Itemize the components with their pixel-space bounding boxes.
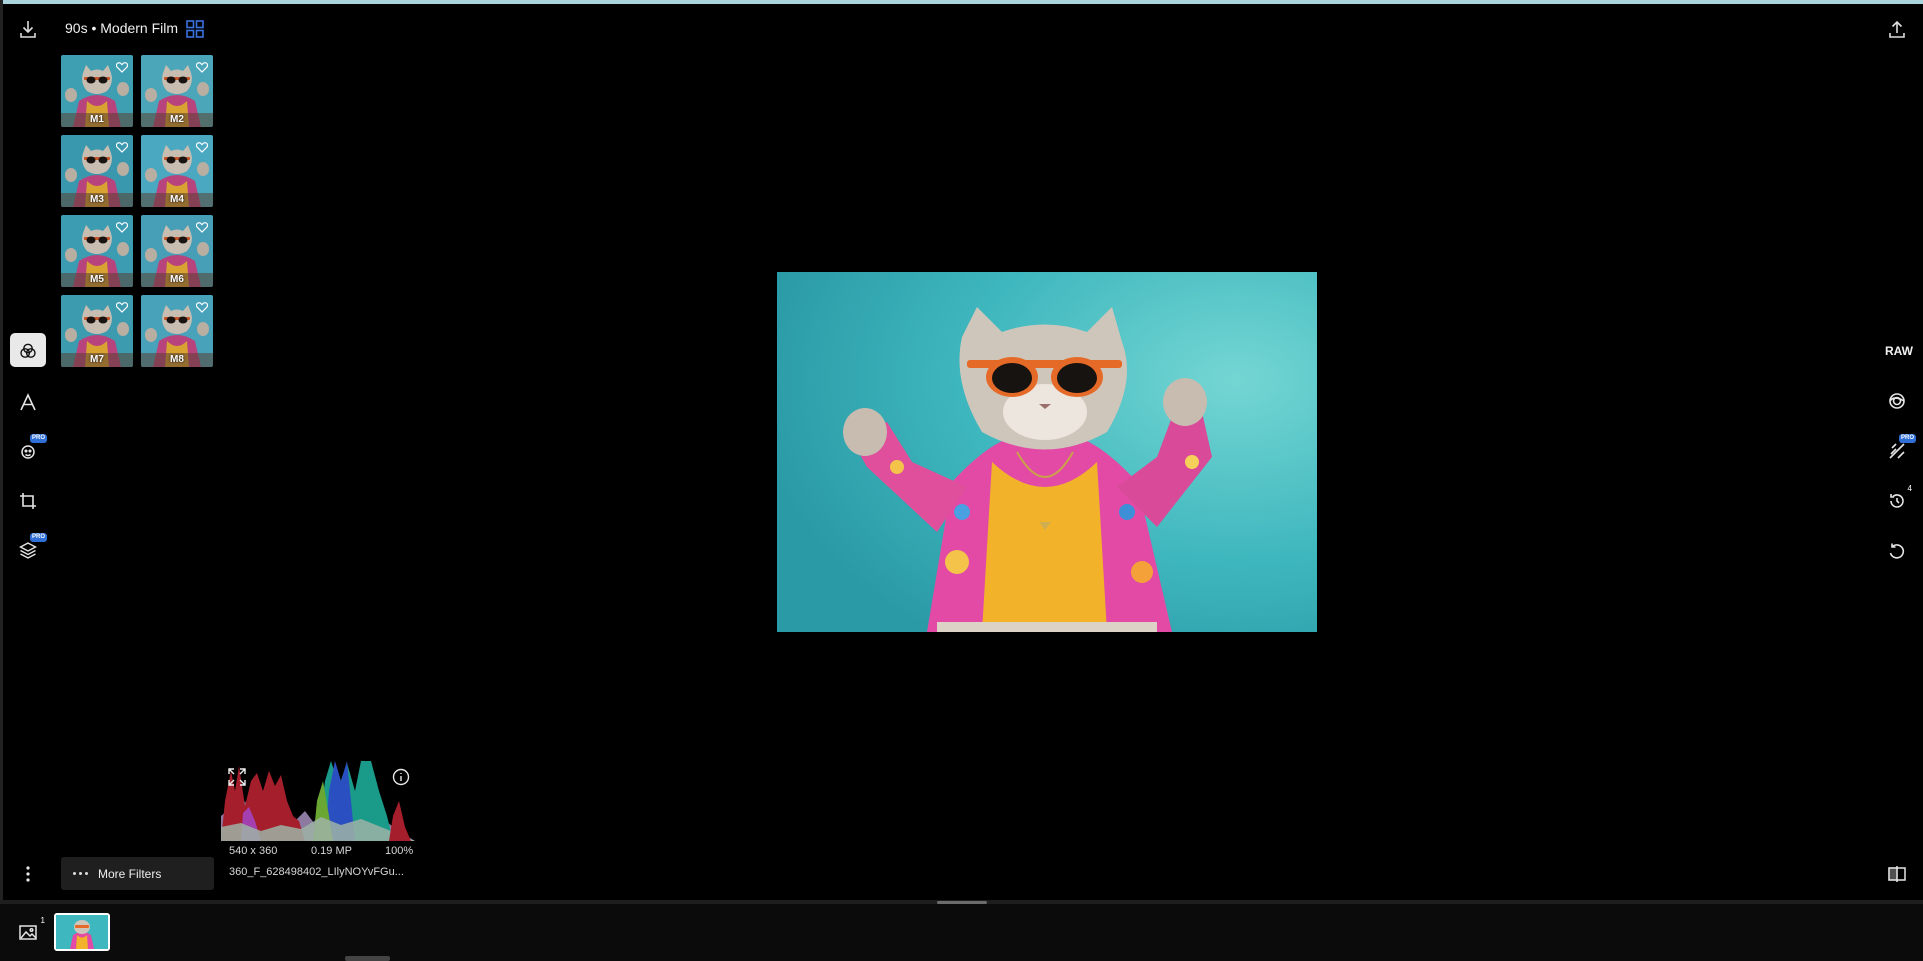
heart-icon[interactable] xyxy=(195,300,209,318)
layers-icon[interactable]: PRO xyxy=(17,533,47,561)
heart-icon[interactable] xyxy=(195,60,209,78)
window-left-edge xyxy=(0,0,3,961)
resize-handle[interactable] xyxy=(937,901,987,904)
filmstrip-thumbnail[interactable] xyxy=(54,913,110,951)
preset-thumbnail-3[interactable]: M3 xyxy=(61,135,133,207)
more-options-icon[interactable] xyxy=(17,863,39,885)
preset-thumbnail-2[interactable]: M2 xyxy=(141,55,213,127)
heart-icon[interactable] xyxy=(195,140,209,158)
lens-icon[interactable] xyxy=(1886,390,1908,412)
heart-icon[interactable] xyxy=(115,300,129,318)
preset-thumbnail-6[interactable]: M6 xyxy=(141,215,213,287)
text-icon[interactable] xyxy=(17,391,39,413)
filters-icon[interactable] xyxy=(17,340,39,362)
preset-thumbnail-7[interactable]: M7 xyxy=(61,295,133,367)
heart-icon[interactable] xyxy=(115,220,129,238)
image-filename: 360_F_628498402_LIlyNOYvFGu... xyxy=(229,866,404,878)
crop-icon[interactable] xyxy=(17,490,39,512)
preset-thumbnail-4[interactable]: M4 xyxy=(141,135,213,207)
preset-label: M2 xyxy=(170,114,184,125)
preset-collection-title[interactable]: 90s • Modern Film xyxy=(65,20,178,36)
more-filters-button[interactable]: More Filters xyxy=(61,857,214,890)
preset-label: M7 xyxy=(90,354,104,365)
history-icon[interactable]: 4 xyxy=(1886,484,1912,512)
preset-label: M8 xyxy=(170,354,184,365)
pro-badge: PRO xyxy=(1898,434,1916,443)
preset-label: M6 xyxy=(170,274,184,285)
pro-badge: PRO xyxy=(29,533,47,542)
filmstrip-scrollbar[interactable] xyxy=(345,956,390,961)
window-top-edge xyxy=(0,0,1923,4)
preset-label: M5 xyxy=(90,274,104,285)
reset-icon[interactable] xyxy=(1886,540,1908,562)
pro-badge: PRO xyxy=(29,434,47,443)
heart-icon[interactable] xyxy=(195,220,209,238)
image-dimensions: 540 x 360 xyxy=(229,845,278,857)
more-filters-label: More Filters xyxy=(98,866,162,881)
expand-histogram-icon[interactable] xyxy=(227,767,247,787)
heart-icon[interactable] xyxy=(115,60,129,78)
face-retouch-icon[interactable]: PRO xyxy=(17,434,47,462)
heart-icon[interactable] xyxy=(115,140,129,158)
gallery-icon[interactable]: 1 xyxy=(17,916,45,943)
filmstrip xyxy=(0,900,1923,961)
grid-view-icon[interactable] xyxy=(185,19,205,39)
main-photo-canvas[interactable] xyxy=(777,272,1317,632)
info-icon[interactable] xyxy=(391,767,411,787)
download-icon[interactable] xyxy=(17,18,39,40)
preset-label: M3 xyxy=(90,194,104,205)
image-count: 1 xyxy=(40,916,45,925)
heal-brush-icon[interactable]: PRO xyxy=(1886,434,1916,462)
ellipsis-icon xyxy=(73,872,88,875)
preset-label: M1 xyxy=(90,114,104,125)
preset-thumbnail-8[interactable]: M8 xyxy=(141,295,213,367)
preset-label: M4 xyxy=(170,194,184,205)
image-megapixels: 0.19 MP xyxy=(311,845,352,857)
preset-thumbnail-5[interactable]: M5 xyxy=(61,215,133,287)
histogram xyxy=(221,761,415,841)
history-count: 4 xyxy=(1907,484,1912,493)
zoom-level: 100% xyxy=(385,845,414,857)
preset-thumbnail-1[interactable]: M1 xyxy=(61,55,133,127)
raw-button[interactable]: RAW xyxy=(1885,344,1913,358)
upload-icon[interactable] xyxy=(1886,18,1908,40)
compare-icon[interactable] xyxy=(1886,863,1908,885)
